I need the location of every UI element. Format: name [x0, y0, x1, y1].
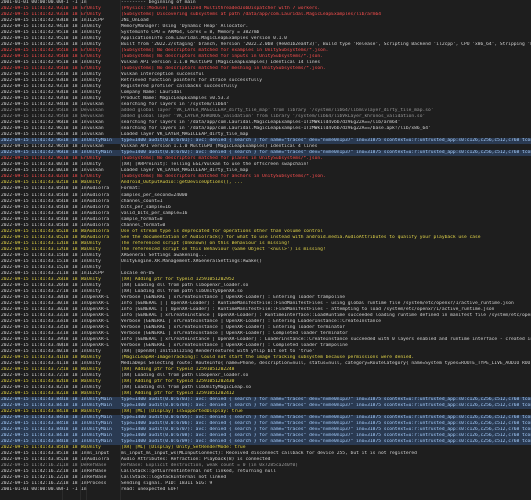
log-timestamp: 2001-01-01 00:00:00.000: [1, 487, 63, 493]
log-viewer[interactable]: 2001-01-01 00:00:00.000-1-1Info---------…: [0, 0, 531, 500]
log-level: Info: [81, 487, 87, 493]
log-row[interactable]: 2001-01-01 00:00:00.000-1-1Inforead: une…: [0, 487, 531, 493]
log-rows: 2001-01-01 00:00:00.000-1-1Info---------…: [0, 0, 531, 493]
log-message: read: unexpected EOF!: [121, 487, 180, 493]
log-pid: -1: [63, 487, 69, 493]
log-tid: -1: [72, 487, 78, 493]
